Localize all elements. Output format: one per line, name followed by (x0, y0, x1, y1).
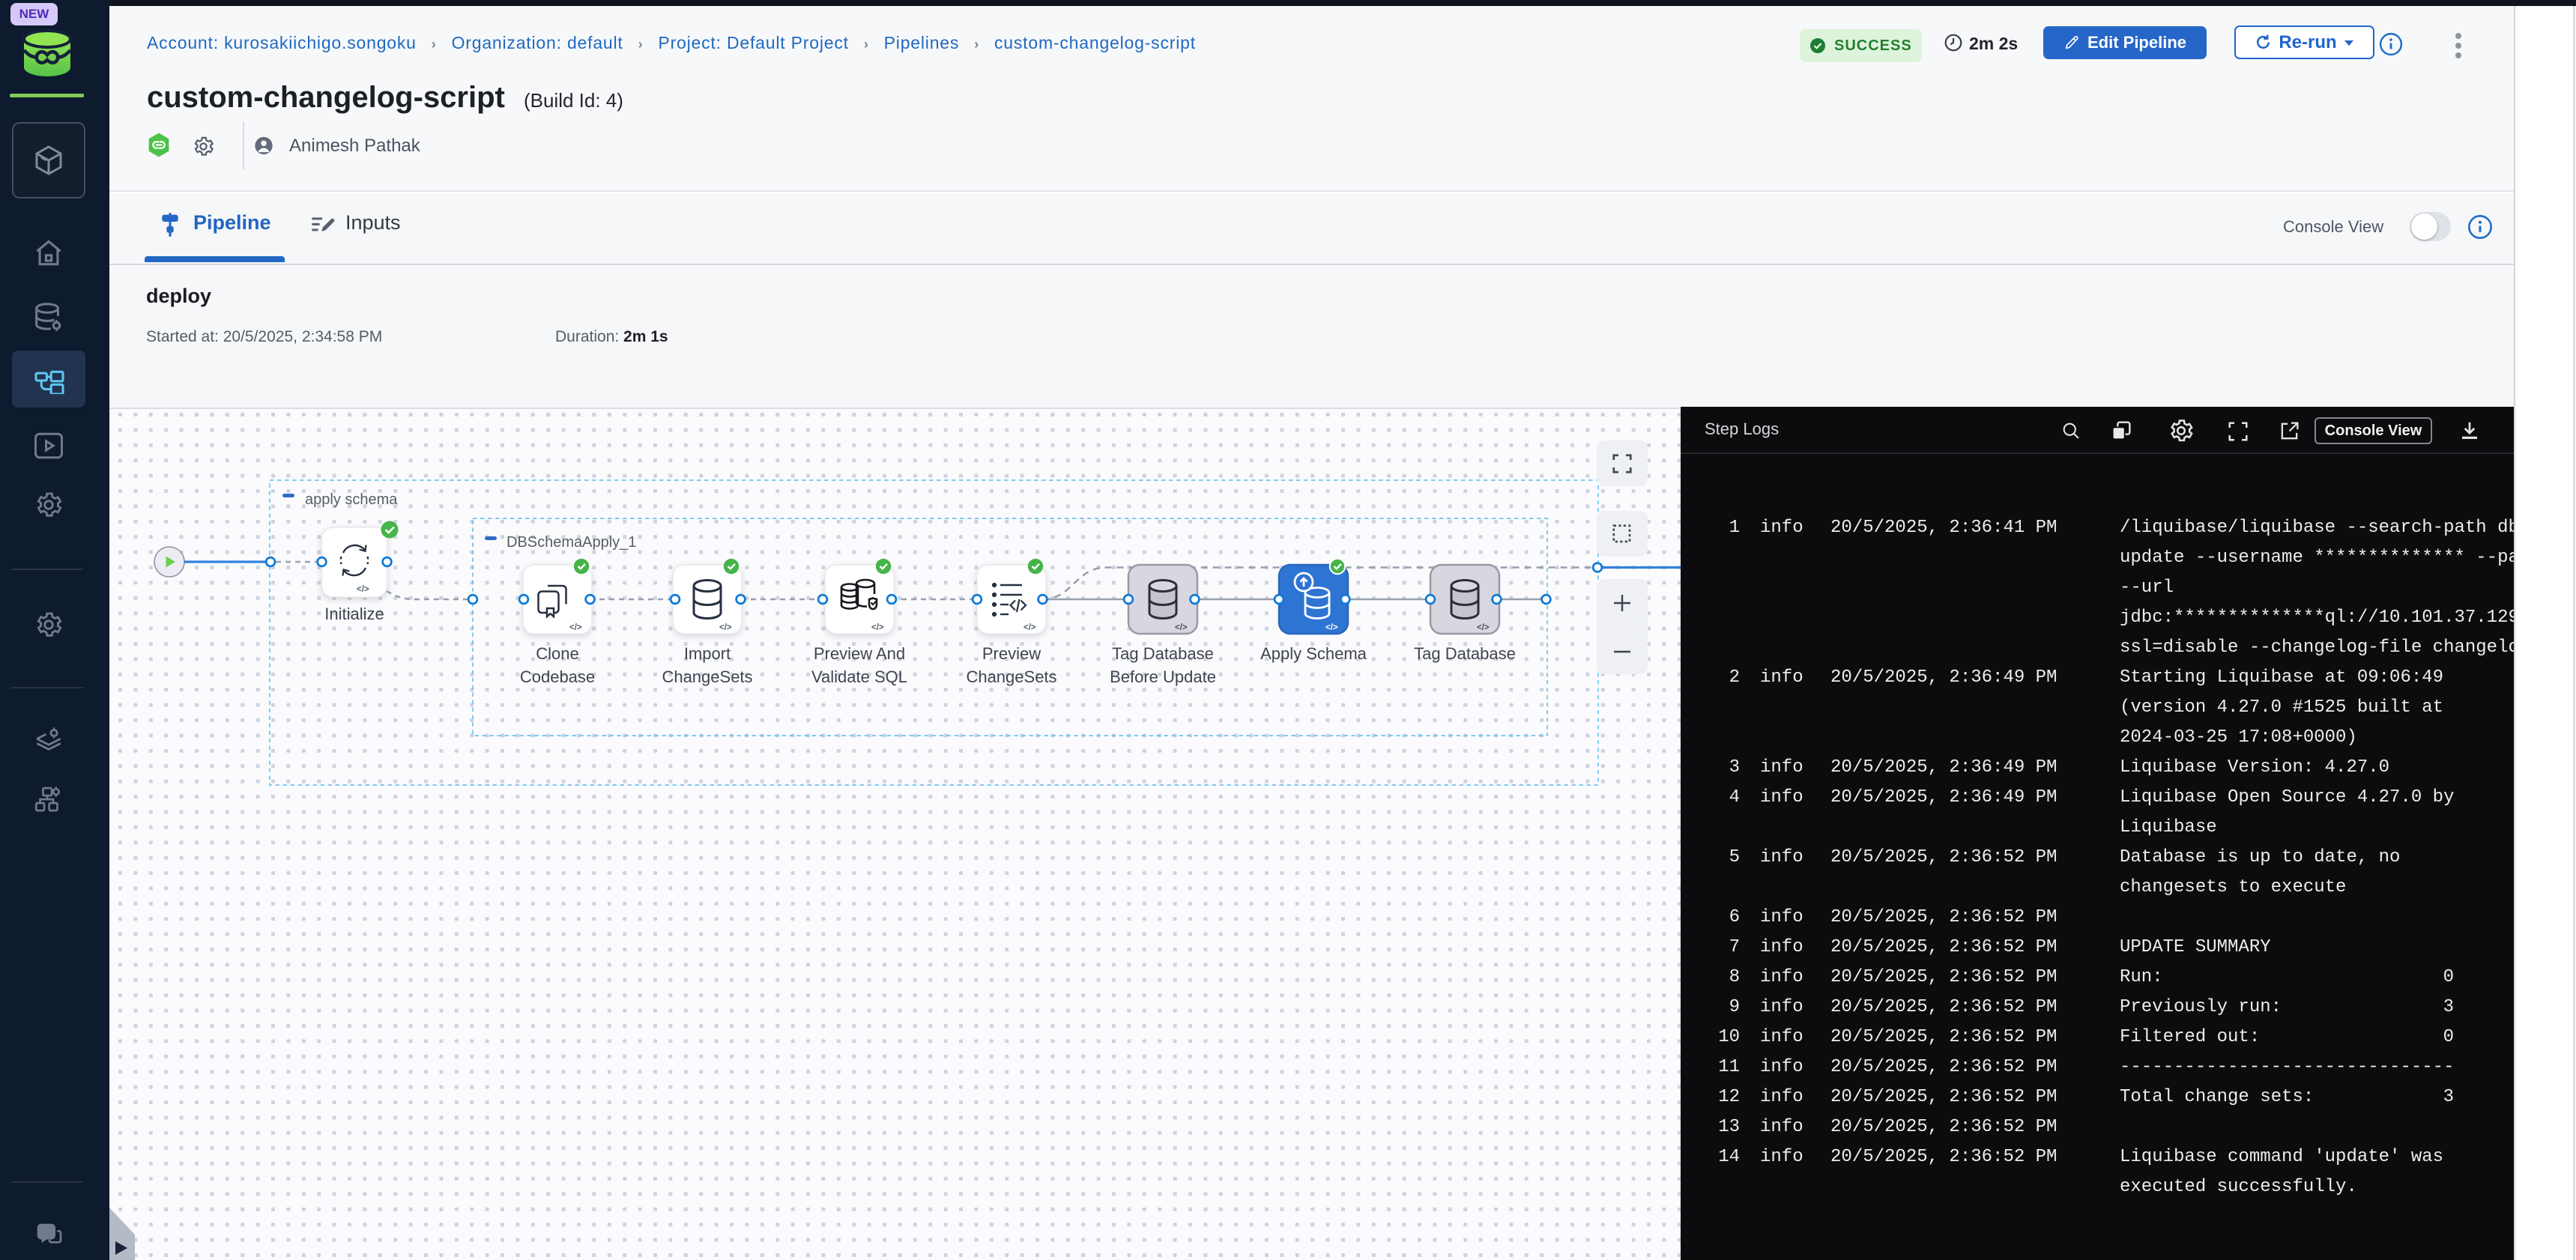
svg-text:Tag Database: Tag Database (1112, 644, 1214, 663)
svg-text:Validate SQL: Validate SQL (811, 667, 907, 686)
svg-text:DBSchemaApply_1: DBSchemaApply_1 (507, 534, 636, 551)
svg-text:Import: Import (684, 644, 731, 663)
svg-text:apply schema: apply schema (305, 491, 398, 508)
svg-text:</>: </> (1175, 623, 1188, 632)
svg-text:</>: </> (357, 585, 369, 594)
svg-text:Clone: Clone (536, 644, 578, 663)
svg-text:</>: </> (871, 623, 884, 632)
svg-text:ChangeSets: ChangeSets (966, 667, 1056, 686)
svg-text:Preview And: Preview And (814, 644, 905, 663)
svg-text:</>: </> (1024, 623, 1036, 632)
svg-text:Tag Database: Tag Database (1414, 644, 1516, 663)
svg-text:?: ? (43, 1226, 49, 1238)
svg-text:</>: </> (719, 623, 732, 632)
svg-text:Preview: Preview (982, 644, 1041, 663)
svg-text:Apply Schema: Apply Schema (1260, 644, 1367, 663)
svg-text:</>: </> (1325, 623, 1338, 632)
svg-text:Codebase: Codebase (520, 667, 595, 686)
svg-text:</>: </> (569, 623, 582, 632)
svg-text:Initialize: Initialize (324, 605, 384, 623)
svg-text:Before Update: Before Update (1110, 667, 1216, 686)
svg-text:ChangeSets: ChangeSets (662, 667, 752, 686)
svg-text:</>: </> (1477, 623, 1490, 632)
